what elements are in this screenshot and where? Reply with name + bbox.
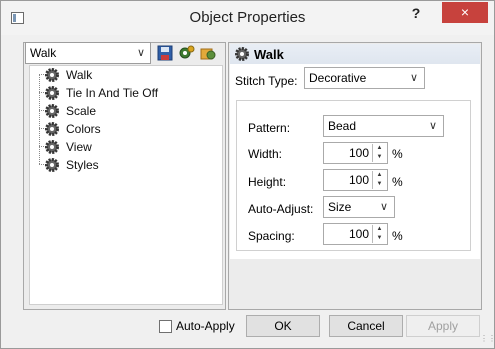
pattern-dropdown[interactable]: Bead ∨ — [323, 115, 444, 137]
spacing-unit: % — [392, 229, 403, 243]
auto-adjust-dropdown[interactable]: Size ∨ — [323, 196, 395, 218]
spacing-spinner[interactable]: 100 ▲ ▼ — [323, 223, 388, 245]
width-value: 100 — [348, 146, 369, 160]
auto-adjust-value: Size — [328, 200, 352, 214]
stitch-type-label: Stitch Type: — [235, 74, 298, 88]
chevron-down-icon: ∨ — [379, 201, 388, 213]
tree-item-label: View — [66, 139, 92, 154]
width-label: Width: — [248, 147, 283, 161]
gear-icon — [45, 67, 59, 82]
tree-item-walk[interactable]: Walk — [44, 66, 92, 83]
auto-adjust-label: Auto-Adjust: — [248, 202, 314, 216]
apply-style-icon[interactable] — [199, 44, 217, 62]
property-tree: Walk Tie In And Tie Off Scale Colors Vie… — [29, 65, 223, 305]
spacing-value: 100 — [348, 227, 369, 241]
tree-item-label: Scale — [66, 103, 97, 118]
gear-icon — [45, 157, 59, 172]
gear-icon — [45, 85, 59, 100]
gear-icon — [45, 103, 59, 118]
width-unit: % — [392, 147, 403, 161]
tree-item-label: Colors — [66, 121, 101, 136]
cancel-button[interactable]: Cancel — [329, 315, 403, 337]
tree-item-colors[interactable]: Colors — [44, 120, 101, 137]
spin-up-icon[interactable]: ▲ — [373, 225, 386, 234]
chevron-down-icon: ∨ — [136, 47, 145, 59]
save-icon[interactable] — [156, 44, 174, 62]
stitch-type-dropdown[interactable]: Decorative ∨ — [304, 67, 425, 89]
height-unit: % — [392, 175, 403, 189]
gear-icon — [45, 139, 59, 154]
checkbox-box[interactable] — [159, 319, 172, 333]
height-spinner[interactable]: 100 ▲ ▼ — [323, 169, 388, 191]
properties-header-title: Walk — [254, 46, 284, 62]
spin-down-icon[interactable]: ▼ — [373, 180, 386, 189]
close-button[interactable]: × — [442, 2, 488, 23]
gear-icon — [45, 121, 59, 136]
height-label: Height: — [248, 175, 287, 189]
stitch-type-value: Decorative — [309, 71, 367, 85]
pattern-value: Bead — [328, 119, 357, 133]
chevron-down-icon: ∨ — [409, 72, 418, 84]
tree-connector — [39, 74, 40, 164]
tree-item-view[interactable]: View — [44, 138, 92, 155]
gear-settings-icon[interactable] — [178, 44, 196, 62]
title-bar[interactable]: Object Properties ? × — [1, 1, 494, 35]
tree-item-label: Styles — [66, 157, 99, 172]
tree-item-scale[interactable]: Scale — [44, 102, 96, 119]
height-value: 100 — [348, 173, 369, 187]
apply-button[interactable]: Apply — [406, 315, 480, 337]
object-selector-value: Walk — [30, 46, 57, 60]
spin-down-icon[interactable]: ▼ — [373, 234, 386, 243]
tree-item-tie-in-and-tie-off[interactable]: Tie In And Tie Off — [44, 84, 158, 101]
gear-icon — [235, 47, 249, 61]
spacing-label: Spacing: — [248, 229, 295, 243]
tree-item-label: Tie In And Tie Off — [66, 85, 159, 100]
spin-up-icon[interactable]: ▲ — [373, 171, 386, 180]
object-selector-dropdown[interactable]: Walk ∨ — [25, 42, 151, 64]
tree-item-styles[interactable]: Styles — [44, 156, 99, 173]
ok-button[interactable]: OK — [246, 315, 320, 337]
auto-apply-label: Auto-Apply — [176, 319, 235, 333]
tree-item-label: Walk — [66, 67, 93, 82]
auto-apply-checkbox[interactable]: Auto-Apply — [159, 319, 235, 333]
properties-header: Walk — [230, 44, 480, 64]
object-properties-window: Object Properties ? × Walk ∨ Walk Tie In… — [0, 0, 495, 349]
spin-up-icon[interactable]: ▲ — [373, 144, 386, 153]
pattern-label: Pattern: — [248, 121, 291, 135]
help-button[interactable]: ? — [405, 3, 427, 23]
resize-grip-icon[interactable]: ⋮⋮ — [480, 334, 495, 344]
width-spinner[interactable]: 100 ▲ ▼ — [323, 142, 388, 164]
spin-down-icon[interactable]: ▼ — [373, 153, 386, 162]
chevron-down-icon: ∨ — [428, 120, 437, 132]
